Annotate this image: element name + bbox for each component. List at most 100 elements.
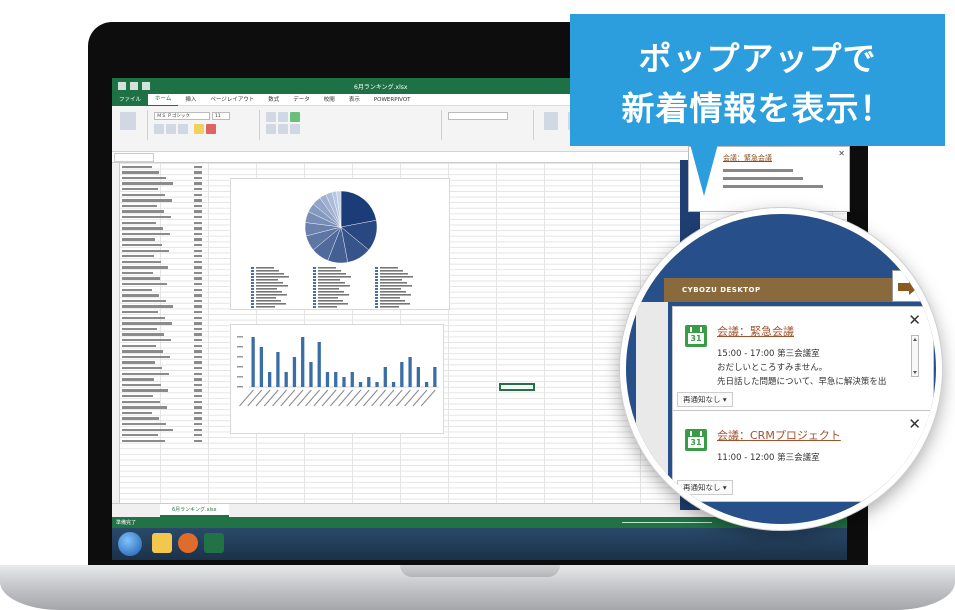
cell-value (194, 344, 202, 347)
close-icon[interactable]: ✕ (908, 415, 921, 433)
event-time: 11:00 - 12:00 第三会議室 (717, 453, 820, 463)
folder-icon[interactable] (152, 533, 172, 553)
legend-label (256, 306, 275, 308)
legend-swatch (313, 291, 316, 293)
legend-label (256, 291, 282, 293)
tab-powerpivot[interactable]: POWERPIVOT (367, 94, 418, 106)
media-player-icon[interactable] (178, 533, 198, 553)
cell-value (194, 411, 202, 415)
sidebar-strip (636, 302, 668, 522)
font-color-icon[interactable] (206, 124, 216, 134)
cell-text (122, 311, 158, 314)
align-left-icon[interactable] (266, 124, 276, 134)
tab-formulas[interactable]: 数式 (261, 94, 286, 106)
notification-card[interactable]: 31 会議：CRMプロジェクト 11:00 - 12:00 第三会議室 ✕ 再通… (672, 410, 934, 502)
bar (284, 372, 288, 387)
fill-color-icon[interactable] (194, 124, 204, 134)
event-title-link[interactable]: 会議：CRMプロジェクト (717, 427, 841, 443)
tab-page-layout[interactable]: ページレイアウト (203, 94, 261, 106)
align-top-icon[interactable] (266, 112, 276, 122)
callout-banner: ポップアップで 新着情報を表示！ (570, 14, 945, 146)
cell-text (122, 210, 164, 213)
cell-text (122, 232, 170, 236)
popup-header-title: CYBOZU DESKTOP (682, 286, 761, 294)
save-icon[interactable] (118, 82, 126, 90)
paste-icon[interactable] (120, 112, 136, 130)
x-tick-label (420, 389, 436, 407)
legend-label (380, 267, 398, 269)
bold-icon[interactable] (154, 124, 164, 134)
font-size-select[interactable]: 11 (212, 112, 230, 120)
legend-swatch (375, 291, 378, 293)
underline-icon[interactable] (178, 124, 188, 134)
selected-cell[interactable] (499, 383, 535, 391)
preview-close-icon[interactable]: ✕ (838, 149, 845, 158)
pie-chart[interactable] (230, 178, 450, 310)
start-button-icon[interactable] (118, 532, 142, 556)
align-right-icon[interactable] (290, 124, 300, 134)
arrow-right-icon[interactable] (892, 270, 922, 302)
italic-icon[interactable] (166, 124, 176, 134)
bar (342, 377, 346, 387)
redo-icon[interactable] (142, 82, 150, 90)
notification-card[interactable]: 31 会議：緊急会議 15:00 - 17:00 第三会議室 おだしいところすみ… (672, 306, 934, 414)
tab-file[interactable]: ファイル (112, 93, 149, 106)
legend-label (318, 288, 339, 290)
bar-chart[interactable] (230, 324, 444, 434)
cell-value (194, 322, 202, 325)
sheet-tab-ranking[interactable]: 6月ランキング.xlsx (160, 504, 229, 517)
bar (350, 372, 354, 387)
legend-swatch (251, 267, 254, 269)
tab-data[interactable]: データ (286, 94, 317, 106)
laptop-notch (400, 565, 560, 577)
legend-label (380, 306, 399, 308)
cell-text (122, 266, 168, 269)
event-time: 15:00 - 17:00 第三会議室 (717, 349, 820, 359)
cell-value (194, 243, 202, 247)
font-name-select[interactable]: ＭＳ Ｐゴシック (154, 112, 210, 120)
name-box[interactable] (114, 152, 154, 162)
number-format-select[interactable] (448, 112, 508, 120)
y-tick-label (237, 336, 243, 338)
legend-swatch (251, 303, 254, 305)
legend-swatch (375, 276, 378, 278)
align-middle-icon[interactable] (278, 112, 288, 122)
bar (268, 372, 272, 387)
tab-insert[interactable]: 挿入 (178, 94, 203, 106)
cell-value (194, 333, 202, 336)
tab-review[interactable]: 校閲 (317, 94, 342, 106)
tab-home[interactable]: ホーム (148, 93, 179, 107)
x-tick-label (280, 389, 296, 407)
close-icon[interactable]: ✕ (908, 311, 921, 329)
renotify-select[interactable]: 再通知なし ▾ (677, 392, 733, 407)
cell-text (122, 283, 167, 286)
x-tick-label (346, 389, 362, 407)
align-center-icon[interactable] (278, 124, 288, 134)
tab-view[interactable]: 表示 (342, 94, 367, 106)
y-tick-label (237, 376, 243, 378)
legend-label (256, 303, 286, 305)
bar (358, 382, 363, 387)
legend-label (318, 294, 349, 296)
cell-text (122, 171, 159, 174)
renotify-select[interactable]: 再通知なし ▾ (677, 480, 733, 495)
x-tick-label (263, 389, 279, 407)
bar (375, 382, 379, 387)
font-group: ＭＳ Ｐゴシック 11 (150, 110, 260, 140)
legend-label (380, 288, 401, 290)
cell-value (194, 372, 202, 375)
bar (400, 362, 404, 387)
event-title-link[interactable]: 会議：緊急会議 (717, 323, 794, 339)
legend-swatch (251, 285, 254, 287)
conditional-format-icon[interactable] (544, 112, 558, 130)
x-tick-label (321, 389, 337, 407)
legend-swatch (313, 267, 316, 269)
y-tick-label (237, 386, 243, 388)
scrollbar[interactable] (911, 335, 919, 377)
excel-icon[interactable] (204, 533, 224, 553)
calendar-day: 31 (688, 437, 704, 448)
table-row[interactable] (122, 438, 202, 444)
cell-text (122, 344, 156, 347)
wrap-text-icon[interactable] (290, 112, 300, 122)
undo-icon[interactable] (130, 82, 138, 90)
